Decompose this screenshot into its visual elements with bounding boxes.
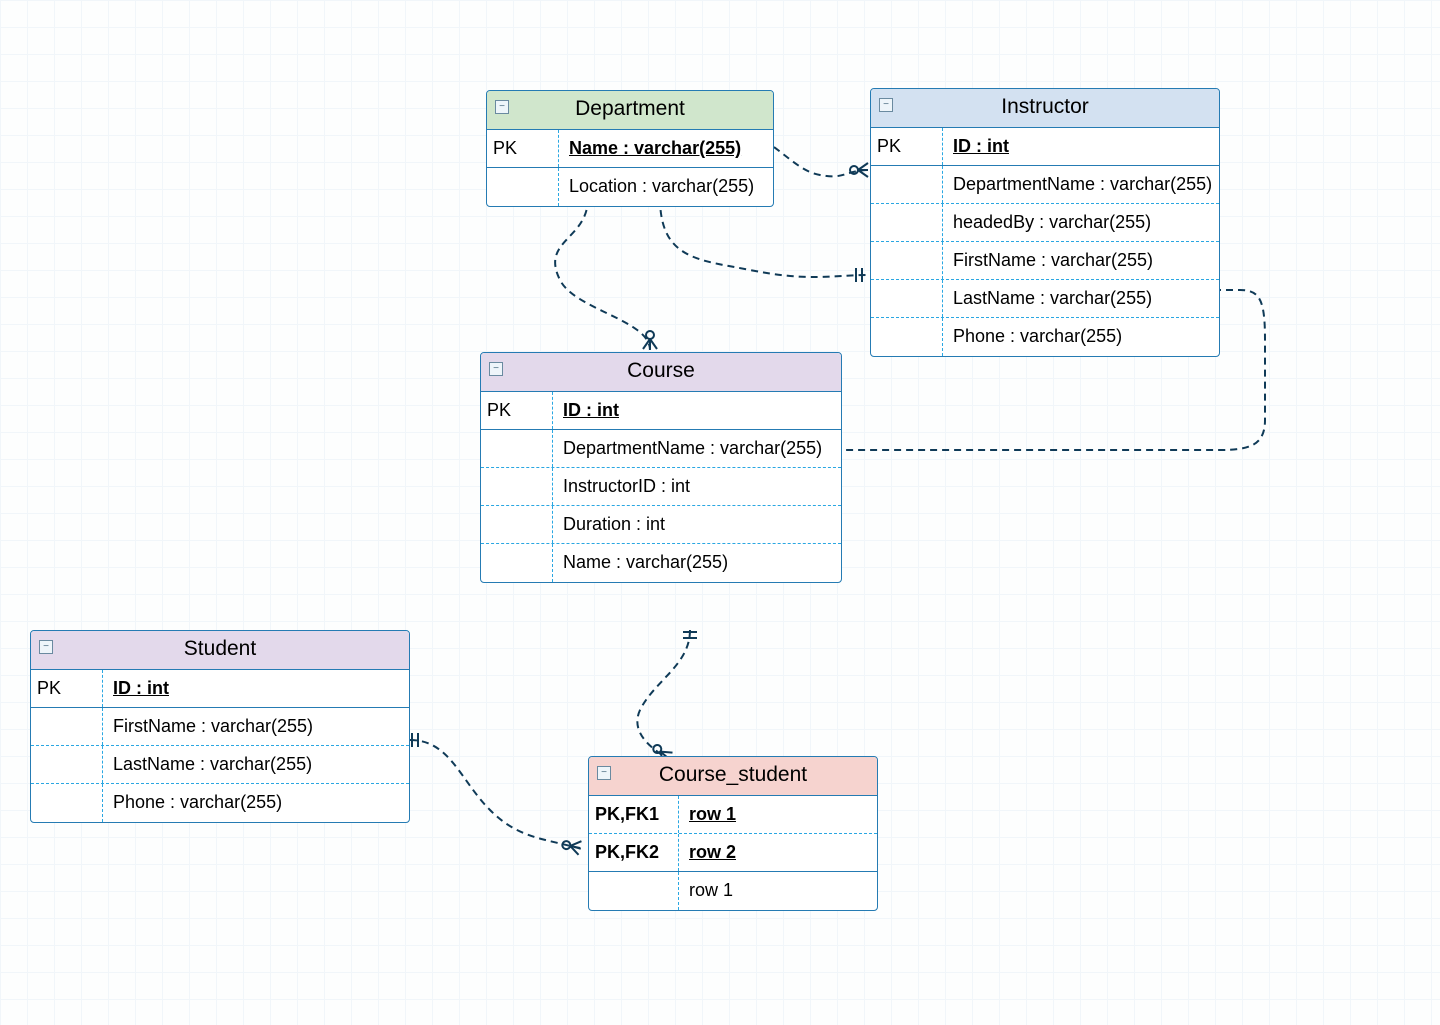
key-col — [31, 784, 103, 822]
attr-col: DepartmentName : varchar(255) — [553, 430, 841, 467]
table-row[interactable]: PK ID : int — [31, 670, 409, 708]
entity-instructor[interactable]: − Instructor PK ID : int DepartmentName … — [870, 88, 1220, 357]
attr-col: Location : varchar(255) — [559, 168, 773, 206]
entity-title[interactable]: − Student — [31, 631, 409, 670]
attr-col: ID : int — [103, 670, 409, 707]
table-row[interactable]: Duration : int — [481, 506, 841, 544]
table-row[interactable]: Phone : varchar(255) — [31, 784, 409, 822]
attr-col: FirstName : varchar(255) — [943, 242, 1219, 279]
attr-col: ID : int — [943, 128, 1219, 165]
table-row[interactable]: PK,FK1 row 1 — [589, 796, 877, 834]
attr-col: Duration : int — [553, 506, 841, 543]
table-row[interactable]: InstructorID : int — [481, 468, 841, 506]
attr-col: Name : varchar(255) — [553, 544, 841, 582]
attr-col: LastName : varchar(255) — [943, 280, 1219, 317]
key-col — [31, 708, 103, 745]
collapse-icon[interactable]: − — [495, 100, 509, 114]
table-row[interactable]: PK ID : int — [871, 128, 1219, 166]
table-row[interactable]: PK Name : varchar(255) — [487, 130, 773, 168]
table-row[interactable]: Name : varchar(255) — [481, 544, 841, 582]
key-col: PK,FK2 — [589, 834, 679, 871]
table-row[interactable]: FirstName : varchar(255) — [871, 242, 1219, 280]
collapse-icon[interactable]: − — [597, 766, 611, 780]
entity-title[interactable]: − Course_student — [589, 757, 877, 796]
title-text: Course — [627, 359, 695, 382]
attr-col: headedBy : varchar(255) — [943, 204, 1219, 241]
key-col: PK — [487, 130, 559, 167]
attr-col: ID : int — [553, 392, 841, 429]
table-row[interactable]: Phone : varchar(255) — [871, 318, 1219, 356]
key-col — [31, 746, 103, 783]
collapse-icon[interactable]: − — [39, 640, 53, 654]
key-col — [481, 468, 553, 505]
entity-student[interactable]: − Student PK ID : int FirstName : varcha… — [30, 630, 410, 823]
attr-col: row 1 — [679, 796, 877, 833]
key-col: PK — [31, 670, 103, 707]
key-col — [871, 204, 943, 241]
key-col — [481, 506, 553, 543]
table-row[interactable]: DepartmentName : varchar(255) — [871, 166, 1219, 204]
attr-col: row 2 — [679, 834, 877, 871]
title-text: Department — [575, 97, 685, 120]
entity-course[interactable]: − Course PK ID : int DepartmentName : va… — [480, 352, 842, 583]
attr-col: InstructorID : int — [553, 468, 841, 505]
key-col — [871, 166, 943, 203]
key-col: PK,FK1 — [589, 796, 679, 833]
entity-course-student[interactable]: − Course_student PK,FK1 row 1 PK,FK2 row… — [588, 756, 878, 911]
key-col — [871, 280, 943, 317]
table-row[interactable]: LastName : varchar(255) — [31, 746, 409, 784]
title-text: Course_student — [659, 763, 807, 786]
attr-col: row 1 — [679, 872, 877, 910]
collapse-icon[interactable]: − — [879, 98, 893, 112]
key-col — [481, 544, 553, 582]
key-col: PK — [871, 128, 943, 165]
table-row[interactable]: DepartmentName : varchar(255) — [481, 430, 841, 468]
key-col — [871, 318, 943, 356]
key-col — [589, 872, 679, 910]
table-row[interactable]: headedBy : varchar(255) — [871, 204, 1219, 242]
collapse-icon[interactable]: − — [489, 362, 503, 376]
key-col: PK — [481, 392, 553, 429]
attr-col: Phone : varchar(255) — [103, 784, 409, 822]
entity-title[interactable]: − Course — [481, 353, 841, 392]
key-col — [481, 430, 553, 467]
entity-title[interactable]: − Instructor — [871, 89, 1219, 128]
table-row[interactable]: Location : varchar(255) — [487, 168, 773, 206]
table-row[interactable]: PK ID : int — [481, 392, 841, 430]
attr-col: LastName : varchar(255) — [103, 746, 409, 783]
table-row[interactable]: LastName : varchar(255) — [871, 280, 1219, 318]
attr-col: FirstName : varchar(255) — [103, 708, 409, 745]
title-text: Instructor — [1001, 95, 1089, 118]
table-row[interactable]: FirstName : varchar(255) — [31, 708, 409, 746]
title-text: Student — [184, 637, 256, 660]
attr-col: Name : varchar(255) — [559, 130, 773, 167]
attr-col: DepartmentName : varchar(255) — [943, 166, 1220, 203]
key-col — [487, 168, 559, 206]
attr-col: Phone : varchar(255) — [943, 318, 1219, 356]
table-row[interactable]: row 1 — [589, 872, 877, 910]
table-row[interactable]: PK,FK2 row 2 — [589, 834, 877, 872]
entity-department[interactable]: − Department PK Name : varchar(255) Loca… — [486, 90, 774, 207]
key-col — [871, 242, 943, 279]
entity-title[interactable]: − Department — [487, 91, 773, 130]
